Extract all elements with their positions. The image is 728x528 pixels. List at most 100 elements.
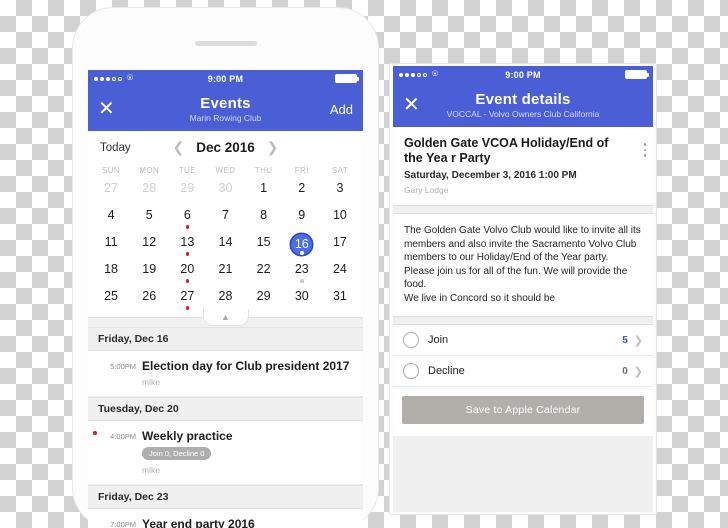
rsvp-count: 5 bbox=[622, 334, 628, 346]
weekday-label-sun: SUN bbox=[102, 166, 121, 175]
event-indicator-dot bbox=[93, 431, 97, 435]
calendar-collapse-handle[interactable]: ▲ bbox=[202, 309, 249, 326]
page-subtitle: VOCCAL - Volvo Owners Club California bbox=[446, 109, 600, 119]
calendar-day-number: 10 bbox=[332, 208, 347, 222]
calendar-day-number: 24 bbox=[332, 262, 347, 276]
calendar-day-cell[interactable]: 30 bbox=[283, 288, 321, 315]
calendar-day-cell[interactable]: 25 bbox=[92, 288, 130, 315]
rsvp-label: Decline bbox=[428, 365, 465, 377]
event-indicator-dot bbox=[185, 225, 190, 229]
calendar-day-cell[interactable]: 28 bbox=[130, 180, 168, 207]
calendar-day-cell[interactable]: 29 bbox=[168, 180, 206, 207]
calendar-day-number: 29 bbox=[256, 289, 271, 303]
event-datetime: Saturday, December 3, 2016 1:00 PM bbox=[404, 170, 577, 181]
calendar-day-cell[interactable]: 21 bbox=[206, 261, 244, 288]
event-description: The Golden Gate Volvo Club would like to… bbox=[393, 213, 653, 317]
radio-unchecked-icon[interactable] bbox=[403, 363, 419, 379]
agenda-event-row[interactable]: 5:00PM Election day for Club president 20… bbox=[88, 351, 363, 397]
calendar-day-number: 26 bbox=[142, 289, 157, 303]
chevron-right-icon[interactable]: ❯ bbox=[634, 334, 643, 347]
rsvp-count: 0 bbox=[622, 365, 628, 377]
calendar-day-cell[interactable]: 23 bbox=[283, 261, 321, 288]
calendar-day-number: 1 bbox=[260, 181, 268, 195]
left-phone-screen: ⍟ 9:00 PM ✕ Events Marin Rowing Club Add… bbox=[88, 70, 363, 528]
calendar-day-number: 12 bbox=[142, 235, 157, 249]
today-button[interactable]: Today bbox=[100, 142, 131, 154]
calendar-day-cell[interactable]: 7 bbox=[206, 207, 244, 234]
calendar-day-cell[interactable]: 18 bbox=[92, 261, 130, 288]
rsvp-label: Join bbox=[428, 334, 449, 346]
calendar-weekday-header: SUN MON TUE WED THU FRI SAT bbox=[88, 164, 363, 180]
save-button-container: Save to Apple Calendar bbox=[393, 387, 653, 436]
calendar-day-cell[interactable]: 22 bbox=[245, 261, 283, 288]
calendar-day-number: 30 bbox=[218, 181, 233, 195]
event-body: Weekly practice Join 0, Decline 0 mike bbox=[142, 429, 353, 475]
event-badge-wrap: Join 0, Decline 0 bbox=[142, 443, 353, 461]
calendar-day-cell[interactable]: 27 bbox=[92, 180, 130, 207]
close-x-icon[interactable]: ✕ bbox=[403, 95, 427, 115]
calendar-day-cell[interactable]: 6 bbox=[168, 207, 206, 234]
month-label: Dec 2016 bbox=[196, 140, 255, 155]
right-phone-device: ⍟ 9:00 PM ✕ Event details VOCCAL - Volvo… bbox=[390, 64, 656, 514]
rsvp-row-join[interactable]: Join 5 ❯ bbox=[393, 325, 653, 356]
event-title: Election day for Club president 2017 bbox=[142, 359, 350, 373]
agenda-day-header: Friday, Dec 16 bbox=[88, 327, 363, 351]
calendar-day-number: 11 bbox=[104, 235, 118, 249]
calendar-day-cell[interactable]: 17 bbox=[321, 234, 359, 261]
save-to-apple-calendar-button[interactable]: Save to Apple Calendar bbox=[402, 396, 644, 424]
rsvp-row-decline[interactable]: Decline 0 ❯ bbox=[393, 356, 653, 387]
event-indicator-dot bbox=[185, 252, 190, 256]
calendar-day-cell[interactable]: 2 bbox=[283, 180, 321, 207]
calendar-day-cell[interactable]: 16 bbox=[283, 234, 321, 261]
calendar-day-cell[interactable]: 13 bbox=[168, 234, 206, 261]
calendar-day-cell[interactable]: 3 bbox=[321, 180, 359, 207]
calendar-day-cell[interactable]: 26 bbox=[130, 288, 168, 315]
calendar-collapse-row: ▲ bbox=[88, 309, 363, 327]
calendar-day-number: 18 bbox=[104, 262, 119, 276]
calendar-day-number: 13 bbox=[180, 235, 195, 249]
agenda-event-row[interactable]: 4:00PM Weekly practice Join 0, Decline 0 mi… bbox=[88, 421, 363, 485]
calendar-day-cell[interactable]: 8 bbox=[245, 207, 283, 234]
calendar-day-cell[interactable]: 11 bbox=[92, 234, 130, 261]
calendar-day-cell[interactable]: 27 bbox=[168, 288, 206, 315]
calendar-day-cell[interactable]: 29 bbox=[245, 288, 283, 315]
chevron-up-icon: ▲ bbox=[221, 312, 230, 322]
chevron-right-icon[interactable]: ❯ bbox=[634, 365, 643, 378]
chevron-left-icon[interactable]: ❮ bbox=[172, 139, 184, 156]
calendar-day-cell[interactable]: 19 bbox=[130, 261, 168, 288]
event-title: Weekly practice bbox=[142, 429, 233, 443]
kebab-menu-icon[interactable] bbox=[643, 143, 646, 157]
calendar-day-cell[interactable]: 10 bbox=[321, 207, 359, 234]
status-bar-time: 9:00 PM bbox=[505, 69, 541, 80]
calendar-day-cell[interactable]: 12 bbox=[130, 234, 168, 261]
calendar-day-cell[interactable]: 5 bbox=[130, 207, 168, 234]
event-details-navbar: ✕ Event details VOCCAL - Volvo Owners Cl… bbox=[393, 83, 653, 127]
chevron-right-icon[interactable]: ❯ bbox=[267, 139, 279, 156]
radio-unchecked-icon[interactable] bbox=[403, 332, 419, 348]
calendar-day-cell[interactable]: 31 bbox=[321, 288, 359, 315]
weekday-label-mon: MON bbox=[139, 166, 160, 175]
calendar-day-cell[interactable]: 15 bbox=[245, 234, 283, 261]
calendar-day-cell[interactable]: 30 bbox=[206, 180, 244, 207]
right-phone-screen: ⍟ 9:00 PM ✕ Event details VOCCAL - Volvo… bbox=[393, 66, 653, 512]
event-owner: Gary Lodge bbox=[404, 185, 449, 195]
agenda-event-row[interactable]: 7:00PM Year end party 2016 bbox=[88, 509, 363, 528]
calendar-day-number: 31 bbox=[332, 289, 347, 303]
calendar-header: Today ❮ Dec 2016 ❯ bbox=[88, 131, 363, 164]
calendar-day-number: 21 bbox=[218, 262, 233, 276]
event-owner: mike bbox=[142, 465, 160, 475]
close-x-icon[interactable]: ✕ bbox=[98, 99, 122, 119]
calendar-day-cell[interactable]: 9 bbox=[283, 207, 321, 234]
weekday-label-tue: TUE bbox=[178, 166, 196, 175]
calendar-day-number: 19 bbox=[142, 262, 157, 276]
event-title: Year end party 2016 bbox=[142, 517, 255, 528]
add-button[interactable]: Add bbox=[330, 102, 353, 117]
weekday-label-wed: WED bbox=[215, 166, 236, 175]
calendar-day-number: 15 bbox=[256, 235, 271, 249]
calendar-day-cell[interactable]: 24 bbox=[321, 261, 359, 288]
calendar-day-cell[interactable]: 20 bbox=[168, 261, 206, 288]
calendar-day-cell[interactable]: 14 bbox=[206, 234, 244, 261]
calendar-grid[interactable]: 27 28 29 30 1 2 3 4 5 6 7 8 9 10 11 12 13 14 15 16 17 18 19 20 2… bbox=[88, 180, 363, 317]
calendar-day-cell[interactable]: 1 bbox=[245, 180, 283, 207]
calendar-day-cell[interactable]: 4 bbox=[92, 207, 130, 234]
